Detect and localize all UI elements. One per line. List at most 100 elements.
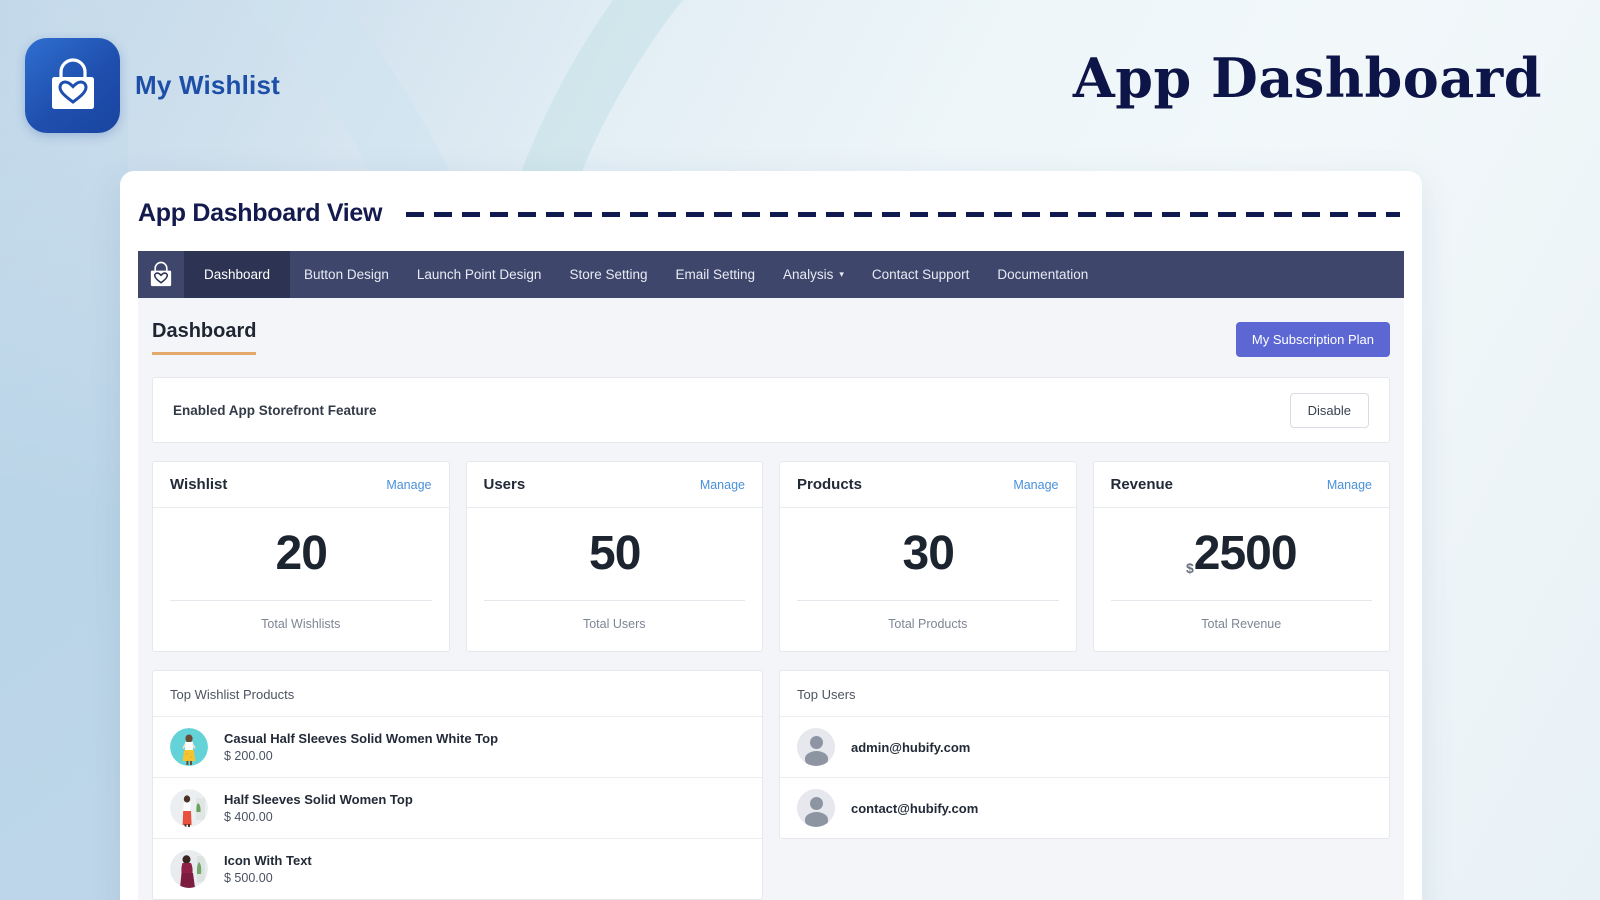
storefront-feature-label: Enabled App Storefront Feature — [173, 403, 377, 418]
dashboard-card-title: App Dashboard View — [138, 199, 382, 228]
product-name: Icon With Text — [224, 853, 312, 868]
stat-card-title: Products — [797, 476, 862, 493]
stat-card-title: Users — [484, 476, 526, 493]
manage-link[interactable]: Manage — [386, 478, 431, 492]
nav-item-label: Store Setting — [569, 267, 647, 282]
stat-card-body: 50 Total Users — [467, 508, 763, 651]
stat-card-products: Products Manage 30 Total Products — [779, 461, 1077, 652]
nav-item-label: Button Design — [304, 267, 389, 282]
manage-link[interactable]: Manage — [1327, 478, 1372, 492]
default-avatar-icon — [797, 789, 835, 827]
nav-item-label: Contact Support — [872, 267, 970, 282]
stat-card-value: 20 — [170, 530, 432, 578]
stat-card-users: Users Manage 50 Total Users — [466, 461, 764, 652]
divider — [1111, 600, 1373, 601]
disable-button[interactable]: Disable — [1290, 393, 1369, 428]
user-email: admin@hubify.com — [851, 740, 970, 755]
nav-item-label: Launch Point Design — [417, 267, 542, 282]
stat-card-title: Wishlist — [170, 476, 227, 493]
nav-item-contact-support[interactable]: Contact Support — [858, 251, 984, 298]
page-title: App Dashboard — [1073, 46, 1542, 110]
stat-card-wishlist: Wishlist Manage 20 Total Wishlists — [152, 461, 450, 652]
product-price: $ 500.00 — [224, 871, 312, 885]
product-thumbnail — [170, 789, 208, 827]
stat-number: 20 — [276, 527, 327, 580]
nav-item-dashboard[interactable]: Dashboard — [184, 251, 290, 298]
stat-card-title: Revenue — [1111, 476, 1174, 493]
app-nav-bar: Dashboard Button Design Launch Point Des… — [138, 251, 1404, 298]
nav-item-email-setting[interactable]: Email Setting — [662, 251, 770, 298]
dashed-divider — [406, 212, 1400, 217]
product-list-item[interactable]: Half Sleeves Solid Women Top $ 400.00 — [153, 777, 762, 838]
brand: My Wishlist — [25, 38, 280, 133]
nav-item-label: Documentation — [997, 267, 1088, 282]
manage-link[interactable]: Manage — [700, 478, 745, 492]
stat-card-value: 30 — [797, 530, 1059, 578]
stat-card-row: Wishlist Manage 20 Total Wishlists Users… — [152, 461, 1390, 652]
nav-item-button-design[interactable]: Button Design — [290, 251, 403, 298]
nav-item-label: Email Setting — [676, 267, 756, 282]
stat-card-body: 20 Total Wishlists — [153, 508, 449, 651]
stat-card-body: 30 Total Products — [780, 508, 1076, 651]
user-list-item[interactable]: contact@hubify.com — [780, 777, 1389, 838]
manage-link[interactable]: Manage — [1013, 478, 1058, 492]
top-users-panel: Top Users admin@hubify.com — [779, 670, 1390, 839]
product-price: $ 400.00 — [224, 810, 413, 824]
product-list-item[interactable]: Casual Half Sleeves Solid Women White To… — [153, 716, 762, 777]
page-heading-block: Dashboard — [152, 320, 256, 355]
page-root: My Wishlist App Dashboard App Dashboard … — [0, 0, 1600, 900]
user-list-item[interactable]: admin@hubify.com — [780, 716, 1389, 777]
nav-item-label: Dashboard — [204, 267, 270, 282]
divider — [170, 600, 432, 601]
top-wishlist-products-panel: Top Wishlist Products — [152, 670, 763, 900]
user-text: contact@hubify.com — [851, 801, 978, 816]
dashboard-card-header: App Dashboard View — [120, 171, 1422, 228]
default-avatar-icon — [797, 728, 835, 766]
nav-item-analysis[interactable]: Analysis ▾ — [769, 251, 858, 298]
nav-item-launch-point-design[interactable]: Launch Point Design — [403, 251, 556, 298]
page-header: My Wishlist App Dashboard — [0, 0, 1600, 172]
stat-card-header: Wishlist Manage — [153, 462, 449, 508]
stat-number: 50 — [589, 527, 640, 580]
stat-card-caption: Total Products — [797, 617, 1059, 631]
divider — [797, 600, 1059, 601]
product-list-item[interactable]: Icon With Text $ 500.00 — [153, 838, 762, 899]
product-text: Half Sleeves Solid Women Top $ 400.00 — [224, 792, 413, 824]
nav-shopping-bag-heart-icon[interactable] — [138, 251, 184, 298]
chevron-down-icon: ▾ — [839, 270, 844, 279]
stat-card-caption: Total Users — [484, 617, 746, 631]
user-email: contact@hubify.com — [851, 801, 978, 816]
stat-card-header: Products Manage — [780, 462, 1076, 508]
stat-card-caption: Total Revenue — [1111, 617, 1373, 631]
shopping-bag-heart-icon — [25, 38, 120, 133]
product-name: Half Sleeves Solid Women Top — [224, 792, 413, 807]
stat-card-header: Users Manage — [467, 462, 763, 508]
bottom-panel-row: Top Wishlist Products — [152, 670, 1390, 900]
stat-number: 30 — [903, 527, 954, 580]
nav-item-documentation[interactable]: Documentation — [983, 251, 1102, 298]
stat-card-header: Revenue Manage — [1094, 462, 1390, 508]
product-price: $ 200.00 — [224, 749, 498, 763]
dashboard-header-row: Dashboard My Subscription Plan — [138, 298, 1404, 357]
nav-item-label: Analysis — [783, 267, 833, 282]
nav-item-store-setting[interactable]: Store Setting — [555, 251, 661, 298]
user-text: admin@hubify.com — [851, 740, 970, 755]
stat-card-value: 50 — [484, 530, 746, 578]
storefront-feature-bar: Enabled App Storefront Feature Disable — [152, 377, 1390, 443]
panel-title: Top Wishlist Products — [153, 671, 762, 716]
brand-title: My Wishlist — [135, 70, 280, 101]
panel-title: Top Users — [780, 671, 1389, 716]
product-thumbnail — [170, 728, 208, 766]
stat-card-revenue: Revenue Manage $2500 Total Revenue — [1093, 461, 1391, 652]
product-text: Icon With Text $ 500.00 — [224, 853, 312, 885]
dashboard-card: App Dashboard View Dashboard Button Desi… — [120, 171, 1422, 900]
stat-card-body: $2500 Total Revenue — [1094, 508, 1390, 651]
app-body: Dashboard My Subscription Plan Enabled A… — [138, 298, 1404, 900]
stat-number: 2500 — [1194, 527, 1297, 580]
product-name: Casual Half Sleeves Solid Women White To… — [224, 731, 498, 746]
my-subscription-plan-button[interactable]: My Subscription Plan — [1236, 322, 1390, 357]
stat-card-caption: Total Wishlists — [170, 617, 432, 631]
heading-underline — [152, 352, 256, 355]
currency-symbol: $ — [1186, 560, 1193, 576]
stat-card-value: $2500 — [1111, 530, 1373, 578]
